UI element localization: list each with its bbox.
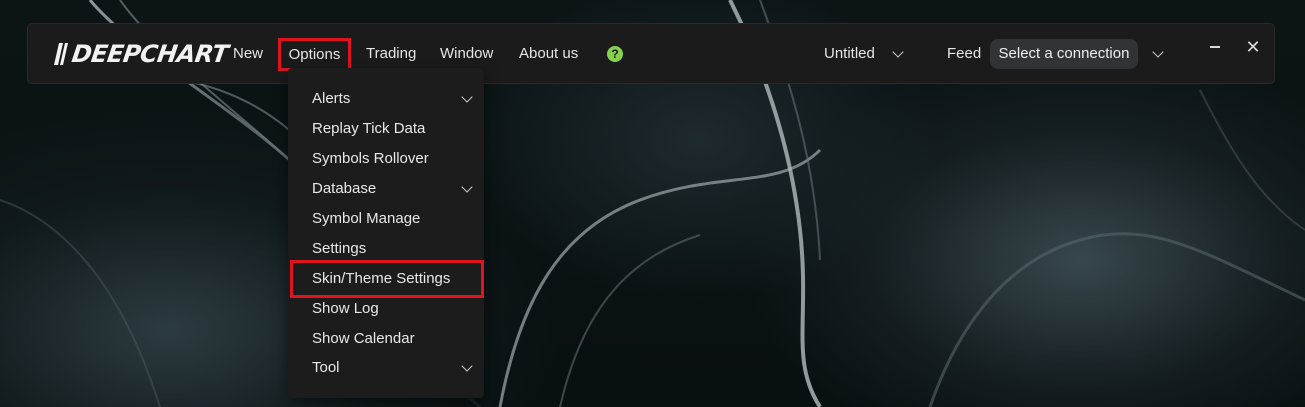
submenu-chevron-down-icon: [461, 91, 473, 103]
menu-about-us[interactable]: About us: [519, 42, 578, 66]
feed-label: Feed: [947, 45, 982, 62]
menu-item-label: Skin/Theme Settings: [312, 270, 451, 287]
menu-options[interactable]: Options: [278, 38, 351, 71]
workspace-chevron-down-icon[interactable]: [892, 46, 904, 58]
menu-item-label: Show Log: [312, 300, 379, 317]
menu-item-symbol-manage[interactable]: Symbol Manage: [288, 204, 484, 234]
submenu-chevron-down-icon: [461, 360, 473, 372]
connection-select[interactable]: Select a connection: [990, 39, 1138, 69]
menu-item-label: Symbols Rollover: [312, 150, 429, 167]
minimize-icon[interactable]: [1205, 37, 1225, 57]
menu-item-show-calendar[interactable]: Show Calendar: [288, 324, 484, 354]
menu-item-database[interactable]: Database: [288, 174, 484, 204]
help-circle-icon[interactable]: ?: [607, 46, 623, 62]
workspace-name[interactable]: Untitled: [824, 42, 875, 66]
connection-chevron-down-icon[interactable]: [1152, 46, 1164, 58]
title-bar: DEEPCHART New Options Trading Window Abo…: [27, 23, 1275, 84]
deepchart-logo: DEEPCHART: [54, 38, 230, 70]
menu-item-symbols-rollover[interactable]: Symbols Rollover: [288, 144, 484, 174]
submenu-chevron-down-icon: [461, 181, 473, 193]
menu-item-tool[interactable]: Tool: [288, 353, 484, 383]
menu-trading[interactable]: Trading: [366, 42, 416, 66]
menu-item-label: Alerts: [312, 90, 351, 107]
menu-item-label: Show Calendar: [312, 330, 415, 347]
menu-item-label: Replay Tick Data: [312, 120, 426, 137]
menu-new[interactable]: New: [233, 42, 263, 66]
menu-item-label: Database: [312, 180, 377, 197]
menu-item-skin-theme-settings[interactable]: Skin/Theme Settings: [290, 260, 484, 298]
menu-item-alerts[interactable]: Alerts: [288, 84, 484, 114]
deepchart-window: DEEPCHART New Options Trading Window Abo…: [0, 0, 1305, 407]
options-dropdown-menu: Alerts Replay Tick Data Symbols Rollover…: [288, 68, 484, 398]
logo-mark-icon: [54, 43, 68, 65]
logo-text: DEEPCHART: [70, 40, 230, 68]
menu-item-show-log[interactable]: Show Log: [288, 294, 484, 324]
menu-window[interactable]: Window: [440, 42, 493, 66]
close-icon[interactable]: ✕: [1243, 37, 1263, 57]
menu-item-replay-tick-data[interactable]: Replay Tick Data: [288, 114, 484, 144]
menu-item-label: Tool: [312, 359, 340, 376]
menu-item-label: Symbol Manage: [312, 210, 421, 227]
